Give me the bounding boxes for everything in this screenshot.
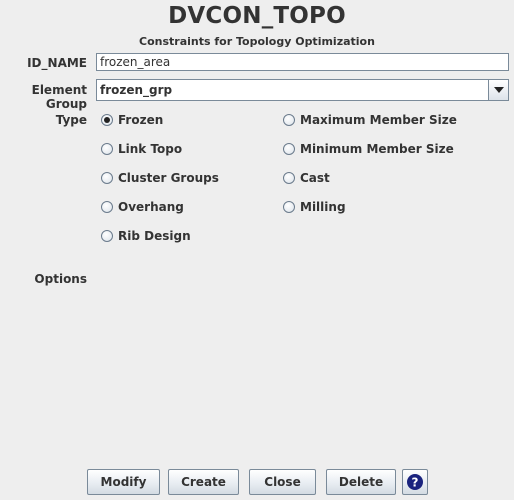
radio-selected-icon: [101, 114, 113, 126]
radio-unselected-icon: [101, 201, 113, 213]
radio-cluster-groups-label: Cluster Groups: [118, 171, 219, 185]
delete-button[interactable]: Delete: [326, 469, 396, 495]
id-name-input[interactable]: [96, 53, 509, 71]
create-button[interactable]: Create: [168, 469, 239, 495]
radio-unselected-icon: [101, 230, 113, 242]
options-label: Options: [34, 272, 87, 286]
radio-link-topo[interactable]: Link Topo: [101, 141, 182, 157]
radio-cluster-groups[interactable]: Cluster Groups: [101, 170, 219, 186]
radio-unselected-icon: [283, 114, 295, 126]
radio-unselected-icon: [283, 143, 295, 155]
radio-maximum-member-size-label: Maximum Member Size: [300, 113, 457, 127]
radio-cast[interactable]: Cast: [283, 170, 330, 186]
dropdown-arrow-button[interactable]: [488, 80, 508, 100]
radio-rib-design[interactable]: Rib Design: [101, 228, 191, 244]
radio-milling[interactable]: Milling: [283, 199, 346, 215]
radio-maximum-member-size[interactable]: Maximum Member Size: [283, 112, 457, 128]
radio-minimum-member-size-label: Minimum Member Size: [300, 142, 454, 156]
radio-cast-label: Cast: [300, 171, 330, 185]
radio-unselected-icon: [101, 172, 113, 184]
help-question-icon: ?: [407, 474, 423, 490]
radio-milling-label: Milling: [300, 200, 346, 214]
dialog-subtitle: Constraints for Topology Optimization: [139, 35, 375, 48]
radio-unselected-icon: [101, 143, 113, 155]
radio-minimum-member-size[interactable]: Minimum Member Size: [283, 141, 454, 157]
dialog-title: DVCON_TOPO: [168, 3, 346, 29]
help-button[interactable]: ?: [402, 469, 428, 495]
radio-link-topo-label: Link Topo: [118, 142, 183, 156]
radio-frozen[interactable]: Frozen: [101, 112, 163, 128]
type-label: Type: [55, 113, 87, 127]
radio-unselected-icon: [283, 172, 295, 184]
radio-overhang-label: Overhang: [118, 200, 184, 214]
element-group-label: Element Group: [31, 83, 87, 111]
radio-rib-design-label: Rib Design: [118, 229, 191, 243]
radio-overhang[interactable]: Overhang: [101, 199, 184, 215]
close-button[interactable]: Close: [249, 469, 316, 495]
radio-frozen-label: Frozen: [118, 113, 164, 127]
svg-text:?: ?: [412, 476, 419, 490]
id-name-label: ID_NAME: [27, 56, 87, 70]
radio-unselected-icon: [283, 201, 295, 213]
modify-button[interactable]: Modify: [87, 469, 160, 495]
chevron-down-icon: [493, 87, 504, 93]
element-group-dropdown[interactable]: frozen_grp: [96, 79, 509, 101]
element-group-value: frozen_grp: [100, 83, 173, 97]
